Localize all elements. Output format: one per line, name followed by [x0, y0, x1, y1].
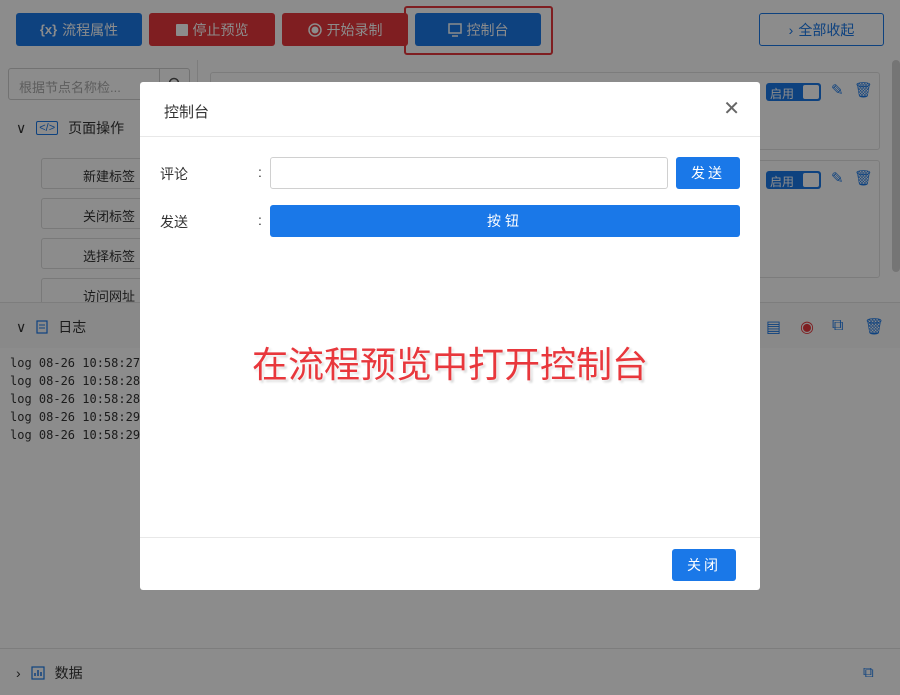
- dialog-header: 控制台 ✕: [140, 82, 760, 137]
- send-button[interactable]: 发送: [676, 157, 740, 189]
- dialog-footer: 关闭: [140, 537, 760, 590]
- send-colon: :: [258, 212, 262, 228]
- close-icon[interactable]: ✕: [723, 96, 740, 121]
- comment-label: 评论: [160, 166, 188, 182]
- close-button[interactable]: 关闭: [672, 549, 736, 581]
- comment-colon: :: [258, 164, 262, 180]
- dialog-title: 控制台: [164, 104, 210, 121]
- send-label: 发送: [160, 214, 188, 230]
- comment-input[interactable]: [270, 157, 668, 189]
- annotation-caption: 在流程预览中打开控制台: [252, 344, 649, 385]
- push-button[interactable]: 按钮: [270, 205, 740, 237]
